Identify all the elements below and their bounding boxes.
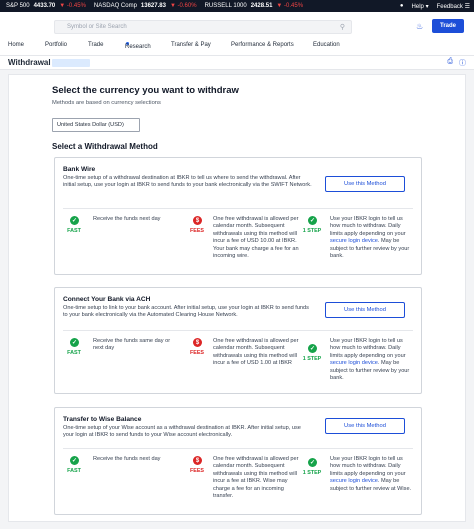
ticker-name: S&P 500 <box>6 3 30 9</box>
step-text-body: Use your IBKR login to tell us how much … <box>330 216 406 237</box>
fast-label: FAST <box>67 350 81 356</box>
ticker-change: ▼ -0.45% <box>276 3 304 9</box>
use-method-button[interactable]: Use this Method <box>325 176 405 192</box>
help-link[interactable]: Help ▾ <box>412 3 429 10</box>
nav-trade[interactable]: Trade <box>88 42 103 48</box>
fees-label: FEES <box>189 350 205 356</box>
speed-text: Receive the funds same day or next day <box>93 338 171 352</box>
method-description: One-time setup to link to your bank acco… <box>63 305 309 319</box>
secure-login-device-link[interactable]: secure login device <box>330 360 378 366</box>
lightning-icon: ✓ <box>70 338 79 347</box>
step-icon: ✓ <box>308 344 317 353</box>
ticker-item[interactable]: NASDAQ Comp 13627.83 ▼ -0.60% <box>94 3 197 9</box>
nav-research-label: Research <box>125 44 151 50</box>
lightning-icon: ✓ <box>70 456 79 465</box>
secure-login-device-link[interactable]: secure login device <box>330 238 378 244</box>
step-text: Use your IBKR login to tell us how much … <box>330 216 414 260</box>
ticker-value: 2428.51 <box>250 3 273 9</box>
search-input[interactable]: Symbol or Site Search ⚲ <box>54 20 352 34</box>
ticker-change: ▼ -0.60% <box>169 3 197 9</box>
method-description: One-time setup of a withdrawal destinati… <box>63 175 312 189</box>
step-icon: ✓ <box>308 458 317 467</box>
lightning-icon: ✓ <box>70 216 79 225</box>
step-text-body: Use your IBKR login to tell us how much … <box>330 338 406 359</box>
ticker-name: NASDAQ Comp <box>93 3 137 9</box>
currency-heading: Select the currency you want to withdraw <box>52 85 239 96</box>
currency-select-value: United States Dollar (USD) <box>57 122 124 128</box>
use-method-button[interactable]: Use this Method <box>325 418 405 434</box>
feedback-label: Feedback <box>436 3 463 10</box>
app-header: Symbol or Site Search ⚲ ♨ Trade Home Por… <box>0 12 474 56</box>
market-ticker: S&P 500 4433.70 ▼ -0.45% NASDAQ Comp 13627.… <box>0 0 474 12</box>
step-text: Use your IBKR login to tell us how much … <box>330 338 414 382</box>
menu-icon: ☰ <box>464 3 470 10</box>
fast-label: FAST <box>67 228 81 234</box>
step-label: 1 STEP <box>302 228 322 234</box>
ticker-change: ▼ -0.45% <box>59 3 86 9</box>
method-card-wise: Transfer to Wise Balance One-time setup … <box>54 407 422 515</box>
ticker-value: 4433.70 <box>33 3 56 9</box>
nav-research[interactable]: Research <box>125 42 151 50</box>
account-selector[interactable] <box>52 59 90 67</box>
speed-text: Receive the funds next day <box>93 216 161 222</box>
methods-heading: Select a Withdrawal Method <box>52 142 158 151</box>
method-title: Connect Your Bank via ACH <box>63 296 151 303</box>
fees-label: FEES <box>189 468 205 474</box>
search-placeholder: Symbol or Site Search <box>67 24 127 30</box>
fees-label: FEES <box>189 228 205 234</box>
user-icon[interactable]: ● <box>400 3 404 9</box>
divider <box>63 448 413 449</box>
step-label: 1 STEP <box>302 356 322 362</box>
nav-home[interactable]: Home <box>8 42 24 48</box>
page-title: Withdrawal <box>8 58 51 67</box>
method-description: One-time setup of your Wise account as a… <box>63 425 301 439</box>
ticker-item[interactable]: S&P 500 4433.70 ▼ -0.45% <box>6 3 86 9</box>
method-card-ach: Connect Your Bank via ACH One-time setup… <box>54 287 422 394</box>
secure-login-device-link[interactable]: secure login device <box>330 478 378 484</box>
dollar-icon: $ <box>193 456 202 465</box>
currency-select[interactable]: United States Dollar (USD) <box>52 118 140 132</box>
dollar-icon: $ <box>193 338 202 347</box>
fees-text: One free withdrawal is allowed per calen… <box>213 456 299 500</box>
ticker-value: 13627.83 <box>140 3 166 9</box>
feedback-link[interactable]: Feedback ☰ <box>437 3 470 10</box>
step-text-body: Use your IBKR login to tell us how much … <box>330 456 406 477</box>
fees-text: One free withdrawal is allowed per calen… <box>213 338 299 367</box>
step-text: Use your IBKR login to tell us how much … <box>330 456 414 493</box>
main-nav: Home Portfolio Trade Research Transfer &… <box>0 40 474 52</box>
divider <box>63 208 413 209</box>
fast-label: FAST <box>67 468 81 474</box>
help-label: Help <box>411 3 424 10</box>
withdrawal-panel: Select the currency you want to withdraw… <box>8 74 466 522</box>
currency-subheading: Methods are based on currency selections <box>52 100 161 106</box>
divider <box>63 330 413 331</box>
page-title-bar: Withdrawal ⎙ ⓘ <box>0 56 474 70</box>
search-icon: ⚲ <box>339 24 345 31</box>
chevron-down-icon: ▾ <box>425 3 429 10</box>
info-icon[interactable]: ⓘ <box>459 58 466 68</box>
step-label: 1 STEP <box>302 470 322 476</box>
nav-portfolio[interactable]: Portfolio <box>45 42 67 48</box>
nav-performance-reports[interactable]: Performance & Reports <box>231 42 294 48</box>
nav-education[interactable]: Education <box>313 42 340 48</box>
print-icon[interactable]: ⎙ <box>447 58 453 68</box>
ticker-item[interactable]: RUSSELL 1000 2428.51 ▼ -0.45% <box>205 3 303 9</box>
nav-transfer-pay[interactable]: Transfer & Pay <box>171 42 211 48</box>
speed-text: Receive the funds next day <box>93 456 161 462</box>
method-title: Transfer to Wise Balance <box>63 416 142 423</box>
trade-button[interactable]: Trade <box>432 19 464 33</box>
dollar-icon: $ <box>193 216 202 225</box>
method-card-bank-wire: Bank Wire One-time setup of a withdrawal… <box>54 157 422 275</box>
fees-text: One free withdrawal is allowed per calen… <box>213 216 299 260</box>
notifications-bell-icon[interactable]: ♨ <box>416 22 423 31</box>
use-method-button[interactable]: Use this Method <box>325 302 405 318</box>
ticker-name: RUSSELL 1000 <box>204 3 247 9</box>
step-icon: ✓ <box>308 216 317 225</box>
method-title: Bank Wire <box>63 166 96 173</box>
